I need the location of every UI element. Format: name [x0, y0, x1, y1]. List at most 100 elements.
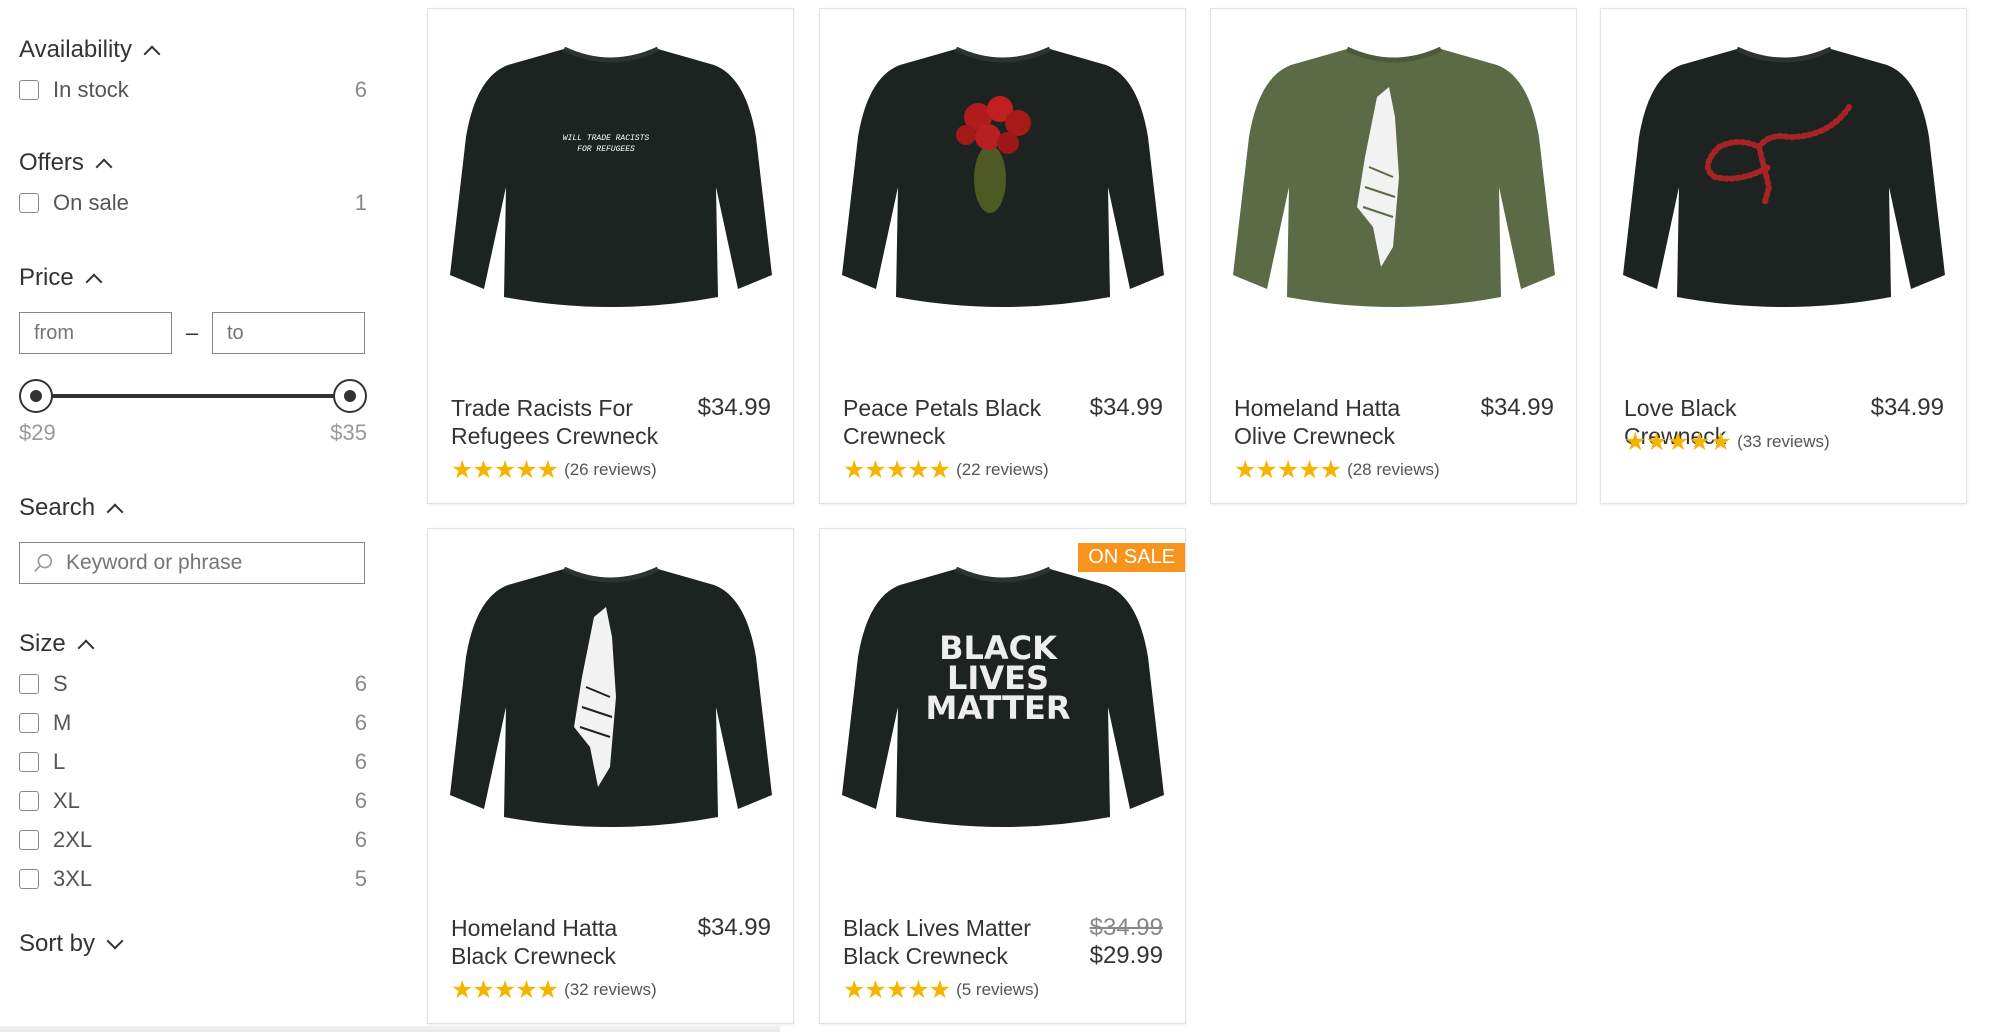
product-rating[interactable]: ★★★★★ (32 reviews) [451, 975, 657, 1005]
search-icon [34, 553, 53, 572]
product-card[interactable]: Homeland Hatta Olive Crewneck $34.99 ★★★… [1210, 8, 1577, 504]
checkbox-icon[interactable] [19, 79, 39, 100]
product-name[interactable]: Homeland Hatta Olive Crewneck [1234, 394, 1454, 450]
size-title: Size [19, 630, 66, 657]
slider-track [35, 394, 351, 398]
size-label: 3XL [53, 865, 93, 891]
checkbox-icon[interactable] [19, 712, 39, 733]
product-card[interactable]: Love Black Crewneck $34.99 ★★★★★ (33 rev… [1600, 8, 1967, 504]
product-rating[interactable]: ★★★★★ (26 reviews) [451, 455, 657, 485]
review-count: (28 reviews) [1347, 460, 1440, 479]
size-toggle[interactable]: Size [19, 624, 367, 664]
offers-title: Offers [19, 149, 84, 176]
product-price: $34.99 [1480, 394, 1554, 421]
chevron-up-icon [143, 45, 161, 63]
original-price: $34.99 [1089, 914, 1163, 941]
sale-price: $29.99 [1089, 942, 1163, 969]
price-from-input[interactable] [19, 312, 172, 354]
size-label: M [53, 709, 72, 735]
offers-toggle[interactable]: Offers [19, 143, 367, 183]
star-rating-icons: ★★★★★ [1624, 428, 1732, 456]
checkbox-icon[interactable] [19, 790, 39, 811]
price-to-input[interactable] [212, 312, 365, 354]
size-label: 2XL [53, 826, 93, 852]
product-name[interactable]: Black Lives Matter Black Crewneck [843, 914, 1063, 970]
product-price: $34.99 [1870, 394, 1944, 421]
chevron-up-icon [85, 273, 103, 291]
size-count: 6 [354, 670, 367, 696]
review-count: (26 reviews) [564, 460, 657, 479]
chevron-up-icon [106, 503, 124, 521]
product-name[interactable]: Homeland Hatta Black Crewneck [451, 914, 671, 970]
search-input[interactable] [20, 551, 364, 575]
review-count: (5 reviews) [956, 980, 1040, 999]
product-rating[interactable]: ★★★★★ (5 reviews) [843, 975, 1039, 1005]
search-toggle[interactable]: Search [19, 488, 367, 528]
star-rating-icons: ★★★★★ [843, 976, 951, 1004]
size-option[interactable]: 2XL 6 [19, 820, 367, 859]
price-max-label: $35 [330, 420, 367, 445]
checkbox-icon[interactable] [19, 192, 39, 213]
checkbox-icon[interactable] [19, 829, 39, 850]
price-slider[interactable] [19, 376, 367, 416]
page-bottom-edge [0, 1026, 780, 1032]
size-count: 5 [354, 865, 367, 891]
star-rating-icons: ★★★★★ [451, 456, 559, 484]
size-count: 6 [354, 826, 367, 852]
chevron-down-icon [106, 932, 124, 950]
slider-max-handle[interactable] [333, 379, 367, 413]
size-option[interactable]: L 6 [19, 742, 367, 781]
product-card[interactable]: Homeland Hatta Black Crewneck $34.99 ★★★… [427, 528, 794, 1024]
product-price: $34.99 [697, 394, 771, 421]
sweater-image[interactable] [838, 27, 1168, 337]
sweater-image[interactable]: WILL TRADE RACISTS FOR REFUGEES [446, 27, 776, 337]
sweater-image[interactable] [446, 547, 776, 857]
price-title: Price [19, 264, 74, 291]
product-name[interactable]: Peace Petals Black Crewneck [843, 394, 1063, 450]
sort-by-title: Sort by [19, 930, 96, 957]
product-price: $34.99 [1089, 394, 1163, 421]
size-option[interactable]: M 6 [19, 703, 367, 742]
sweater-image[interactable] [1229, 27, 1559, 337]
product-rating[interactable]: ★★★★★ (33 reviews) [1624, 427, 1830, 457]
sweater-image[interactable]: BLACK LIVES MATTER [838, 547, 1168, 857]
print-text-line3: MATTER [925, 689, 1070, 727]
product-rating[interactable]: ★★★★★ (22 reviews) [843, 455, 1049, 485]
checkbox-icon[interactable] [19, 868, 39, 889]
chevron-up-icon [77, 639, 95, 657]
price-toggle[interactable]: Price [19, 258, 367, 298]
in-stock-count: 6 [354, 76, 367, 102]
availability-toggle[interactable]: Availability [19, 30, 367, 70]
product-card[interactable]: BLACK LIVES MATTER ON SALE Black Lives M… [819, 528, 1186, 1024]
product-card[interactable]: WILL TRADE RACISTS FOR REFUGEES Trade Ra… [427, 8, 794, 504]
star-rating-icons: ★★★★★ [451, 976, 559, 1004]
price-min-label: $29 [19, 420, 56, 445]
sort-by-toggle[interactable]: Sort by [19, 924, 367, 964]
product-card[interactable]: Peace Petals Black Crewneck $34.99 ★★★★★… [819, 8, 1186, 504]
checkbox-icon[interactable] [19, 673, 39, 694]
product-name[interactable]: Trade Racists For Refugees Crewneck [451, 394, 671, 450]
in-stock-checkbox[interactable]: In stock 6 [19, 70, 367, 109]
product-price: $34.99 $29.99 [1090, 914, 1163, 970]
sweater-image[interactable] [1619, 27, 1949, 337]
size-option[interactable]: XL 6 [19, 781, 367, 820]
print-text-line2: FOR REFUGEES [577, 145, 635, 154]
search-field[interactable] [19, 542, 365, 584]
size-label: L [53, 748, 66, 774]
star-rating-icons: ★★★★★ [843, 456, 951, 484]
size-option[interactable]: 3XL 5 [19, 859, 367, 898]
on-sale-count: 1 [354, 189, 367, 215]
on-sale-checkbox[interactable]: On sale 1 [19, 183, 367, 222]
filter-sidebar: Availability In stock 6 Offers On sale 1… [19, 30, 367, 964]
price-dash: – [185, 320, 199, 345]
on-sale-label: On sale [53, 189, 129, 215]
checkbox-icon[interactable] [19, 751, 39, 772]
size-count: 6 [354, 787, 367, 813]
size-label: S [53, 670, 68, 696]
slider-labels: $29 $35 [19, 420, 367, 446]
product-rating[interactable]: ★★★★★ (28 reviews) [1234, 455, 1440, 485]
size-option[interactable]: S 6 [19, 664, 367, 703]
review-count: (22 reviews) [956, 460, 1049, 479]
slider-min-handle[interactable] [19, 379, 53, 413]
price-range-inputs: – [19, 312, 367, 354]
